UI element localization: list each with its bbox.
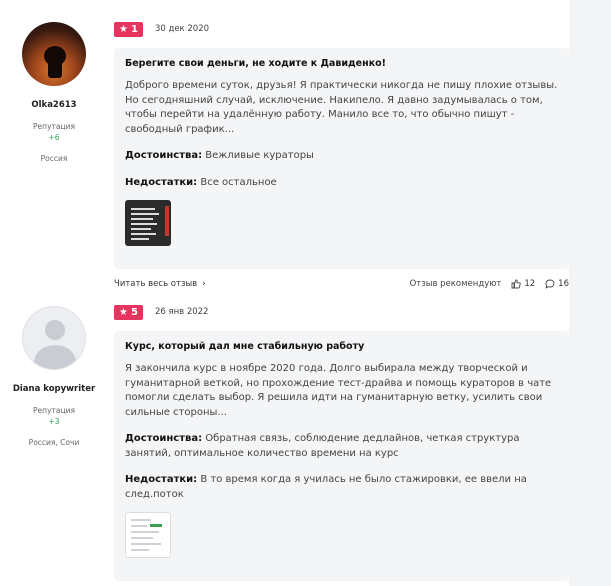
attached-image-thumbnail[interactable] (125, 512, 171, 558)
cons-label: Недостатки: (125, 474, 198, 485)
reviewer-info: Olka2613 Репутация +6 Россия (0, 22, 108, 163)
review-body: ★ 5 26 янв 2022 Курс, который дал мне ста… (114, 304, 569, 581)
review-text: Доброго времени суток, друзья! Я практич… (125, 80, 558, 135)
review-card: Курс, который дал мне стабильную работу … (114, 331, 569, 581)
reputation-label: Репутация (33, 122, 75, 131)
pros-label: Достоинства: (125, 150, 203, 161)
cons-label: Недостатки: (125, 176, 198, 188)
recommend-label: Отзыв рекомендуют (409, 279, 502, 289)
cons: Недостатки: В то время когда я училась н… (125, 473, 558, 502)
pros: Достоинства: Обратная связь, соблюдение … (125, 432, 558, 461)
cons: Недостатки: Все остальное (125, 176, 558, 191)
cons-text: Все остальное (200, 176, 277, 188)
reviewer-info: Diana kopywriter Репутация +3 Россия, Со… (0, 306, 108, 447)
reputation-value: +6 (48, 133, 60, 142)
chevron-right-icon: › (202, 279, 206, 289)
thumbs-up-icon (511, 279, 522, 289)
pros: Достоинства: Вежливые кураторы (125, 149, 558, 164)
avatar[interactable] (22, 22, 86, 86)
review-title[interactable]: Берегите свои деньги, не ходите к Давиде… (125, 58, 558, 69)
reputation-label: Репутация (33, 406, 75, 415)
review-footer: Читать весь отзыв › Отзыв рекомендуют 12 … (114, 276, 569, 292)
review-body: ★ 1 30 дек 2020 Берегите свои деньги, не … (114, 21, 569, 292)
read-full-review-label: Читать весь отзыв (114, 279, 198, 289)
review-card: Берегите свои деньги, не ходите к Давиде… (114, 48, 569, 269)
attached-image-thumbnail[interactable] (125, 200, 171, 246)
username[interactable]: Diana kopywriter (0, 384, 108, 394)
user-location: Россия, Сочи (28, 438, 80, 447)
review-date: 26 янв 2022 (154, 307, 209, 317)
like-count: 12 (524, 279, 536, 289)
rating-value: 5 (130, 306, 138, 318)
comments-button[interactable]: 16 (545, 279, 569, 289)
rating-badge: ★ 1 (114, 21, 143, 37)
star-icon: ★ (119, 306, 128, 318)
pros-label: Достоинства: (125, 433, 203, 444)
rating-value: 1 (130, 23, 138, 35)
like-button[interactable]: 12 (511, 279, 535, 289)
avatar[interactable] (22, 306, 86, 370)
page-background-edge (569, 0, 611, 586)
review-date: 30 дек 2020 (154, 24, 210, 34)
comment-icon (545, 279, 555, 289)
rating-badge: ★ 5 (114, 304, 143, 320)
star-icon: ★ (119, 23, 128, 35)
user-location: Россия (40, 154, 68, 163)
review-text: Я закончила курс в ноябре 2020 года. Дол… (125, 363, 552, 418)
username[interactable]: Olka2613 (0, 100, 108, 110)
reputation-value: +3 (48, 417, 60, 426)
read-full-review-link[interactable]: Читать весь отзыв › (114, 279, 206, 289)
comment-count: 16 (558, 279, 569, 289)
pros-text: Вежливые кураторы (205, 150, 314, 161)
review-title[interactable]: Курс, который дал мне стабильную работу (125, 341, 558, 352)
